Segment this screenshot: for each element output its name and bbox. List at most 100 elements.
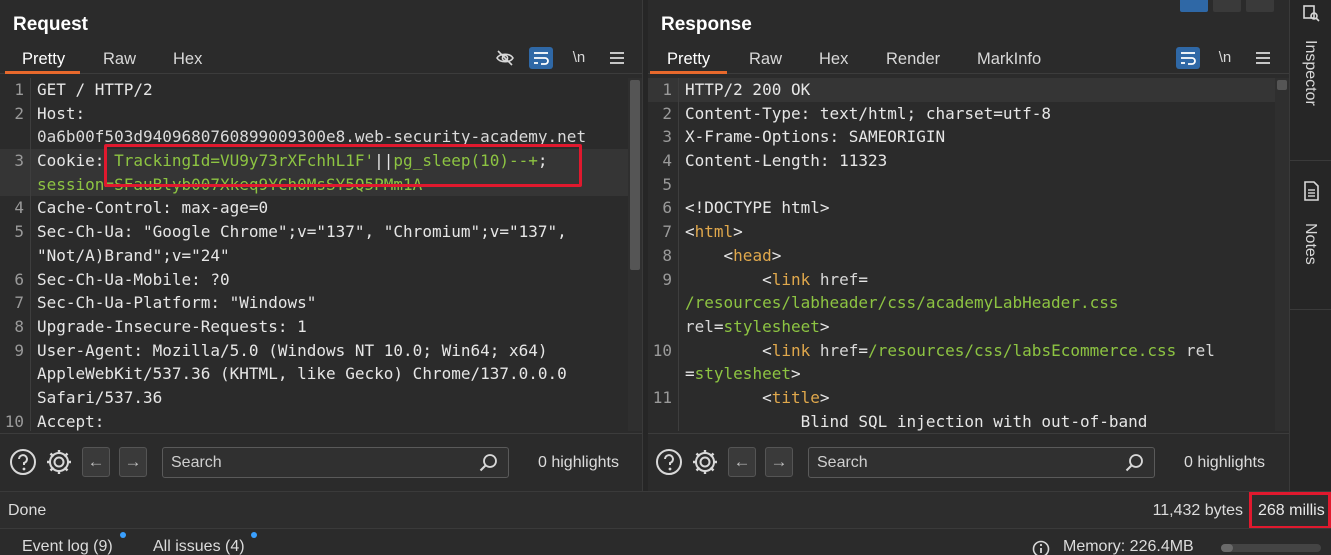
next-match-button[interactable]: → xyxy=(765,447,793,477)
code-token: rel xyxy=(685,316,714,336)
request-editor[interactable]: 1 GET / HTTP/2 2 Host: 0a6b00f503d940968076… xyxy=(0,78,628,431)
response-editor[interactable]: 1 HTTP/2 200 OK 2 Content-Type: text/html; … xyxy=(648,78,1275,431)
line-number: 1 xyxy=(14,80,24,99)
line-code: Sec-Ch-Ua-Platform: "Windows" xyxy=(37,291,316,315)
line-number: 8 xyxy=(662,245,672,265)
code-line: =stylesheet> xyxy=(648,362,1275,386)
menu-icon[interactable] xyxy=(1251,47,1275,69)
request-title: Request xyxy=(13,14,88,35)
tab-markinfo[interactable]: MarkInfo xyxy=(977,50,1041,69)
tab-hex[interactable]: Hex xyxy=(819,50,848,69)
line-number: 5 xyxy=(662,174,672,194)
tab-pretty[interactable]: Pretty xyxy=(667,50,710,69)
inspector-label: Inspector xyxy=(1302,40,1319,106)
code-token: "Not/A)Brand";v="24" xyxy=(37,245,230,265)
scroll-thumb[interactable] xyxy=(1277,80,1287,90)
code-token: < xyxy=(685,245,734,265)
code-line: 2 Content-Type: text/html; charset=utf-8 xyxy=(648,102,1275,126)
code-token: rel xyxy=(1176,340,1215,360)
tab-raw[interactable]: Raw xyxy=(749,50,782,69)
sidebar-item-notes[interactable]: Notes xyxy=(1290,161,1331,309)
line-code: Host: xyxy=(37,102,95,126)
layout-tabs-button[interactable] xyxy=(1246,0,1274,12)
help-icon[interactable] xyxy=(9,448,37,476)
newline-toggle[interactable]: \n xyxy=(567,47,591,69)
tab-raw[interactable]: Raw xyxy=(103,50,136,69)
memory-usage: Memory: 226.4MB xyxy=(1063,538,1194,555)
status-bar: Done 11,432 bytes 268 millis xyxy=(0,491,1331,529)
line-code: Safari/537.36 xyxy=(37,386,162,410)
code-token: Safari/537.36 xyxy=(37,387,163,407)
line-code: User-Agent: Mozilla/5.0 (Windows NT 10.0… xyxy=(37,339,548,363)
scroll-thumb[interactable] xyxy=(630,80,640,270)
line-number: 2 xyxy=(14,103,24,123)
layout-switcher xyxy=(1180,0,1290,12)
line-number: 10 xyxy=(652,340,672,360)
code-token: link xyxy=(771,340,820,360)
line-number: 6 xyxy=(662,198,672,218)
code-line: 9 <link href= xyxy=(648,268,1275,292)
code-token: Host: xyxy=(37,103,95,123)
prev-match-button[interactable]: ← xyxy=(728,447,756,477)
line-number: 7 xyxy=(662,222,672,242)
event-log-tab[interactable]: Event log (9) xyxy=(22,538,113,555)
line-code: <link href=/resources/css/labsEcommerce.… xyxy=(685,339,1215,363)
all-issues-tab[interactable]: All issues (4) xyxy=(153,538,245,555)
highlight-count: 0 highlights xyxy=(1184,454,1265,471)
line-code: GET / HTTP/2 xyxy=(37,78,153,102)
tab-render[interactable]: Render xyxy=(886,50,940,69)
code-line: AppleWebKit/537.36 (KHTML, like Gecko) C… xyxy=(0,362,628,386)
code-token: = xyxy=(685,364,695,384)
code-line: 8 <head> xyxy=(648,244,1275,268)
code-token: <!DOCTYPE html> xyxy=(685,198,830,218)
line-code: X-Frame-Options: SAMEORIGIN xyxy=(685,125,945,149)
sidebar-item-inspector[interactable]: Inspector xyxy=(1290,0,1331,160)
newline-toggle[interactable]: \n xyxy=(1213,47,1237,69)
help-icon[interactable] xyxy=(655,448,683,476)
gear-icon[interactable] xyxy=(45,448,73,476)
notes-label: Notes xyxy=(1302,223,1319,265)
request-searchbar: ← → 0 highlights xyxy=(0,433,642,491)
line-number: 8 xyxy=(14,316,24,336)
line-number: 2 xyxy=(662,103,672,123)
memory-bar xyxy=(1221,544,1321,552)
code-token: AppleWebKit/537.36 (KHTML, like Gecko) C… xyxy=(37,364,567,384)
tab-pretty[interactable]: Pretty xyxy=(22,50,65,69)
search-field[interactable] xyxy=(808,447,1155,478)
code-line: 6 Sec-Ch-Ua-Mobile: ?0 xyxy=(0,268,628,292)
line-number: 4 xyxy=(14,198,24,218)
active-tab-underline xyxy=(5,71,80,74)
search-input[interactable] xyxy=(171,453,461,473)
code-token: Content-Type: text/html; charset=utf-8 xyxy=(685,103,1052,123)
response-scrollbar[interactable] xyxy=(1275,78,1289,431)
line-number: 4 xyxy=(662,151,672,171)
line-code: Blind SQL injection with out-of-band xyxy=(685,410,1148,431)
search-field[interactable] xyxy=(162,447,509,478)
line-code: <title> xyxy=(685,386,829,410)
line-code: =stylesheet> xyxy=(685,362,801,386)
line-code: Upgrade-Insecure-Requests: 1 xyxy=(37,315,307,339)
prev-match-button[interactable]: ← xyxy=(82,447,110,477)
layout-vertical-button[interactable] xyxy=(1213,0,1241,12)
gear-icon[interactable] xyxy=(691,448,719,476)
next-match-button[interactable]: → xyxy=(119,447,147,477)
tab-hex[interactable]: Hex xyxy=(173,50,202,69)
eye-off-icon[interactable] xyxy=(493,47,517,69)
code-token: href xyxy=(819,340,859,360)
info-icon[interactable] xyxy=(1032,540,1050,555)
right-sidebar: Inspector Notes xyxy=(1289,0,1331,491)
search-input[interactable] xyxy=(817,453,1107,473)
word-wrap-icon[interactable] xyxy=(529,47,553,69)
event-log-notification-dot xyxy=(120,532,126,538)
code-token: < xyxy=(685,222,695,242)
line-number: 3 xyxy=(662,127,672,147)
layout-side-by-side-button[interactable] xyxy=(1180,0,1208,12)
menu-icon[interactable] xyxy=(605,47,629,69)
word-wrap-icon[interactable] xyxy=(1176,47,1200,69)
code-token: > xyxy=(819,316,830,336)
code-token: User-Agent: Mozilla/5.0 (Windows NT 10.0… xyxy=(37,340,548,360)
request-scrollbar[interactable] xyxy=(628,78,642,431)
code-token: < xyxy=(685,269,772,289)
code-token: = xyxy=(858,340,869,360)
line-gutter xyxy=(678,78,679,431)
